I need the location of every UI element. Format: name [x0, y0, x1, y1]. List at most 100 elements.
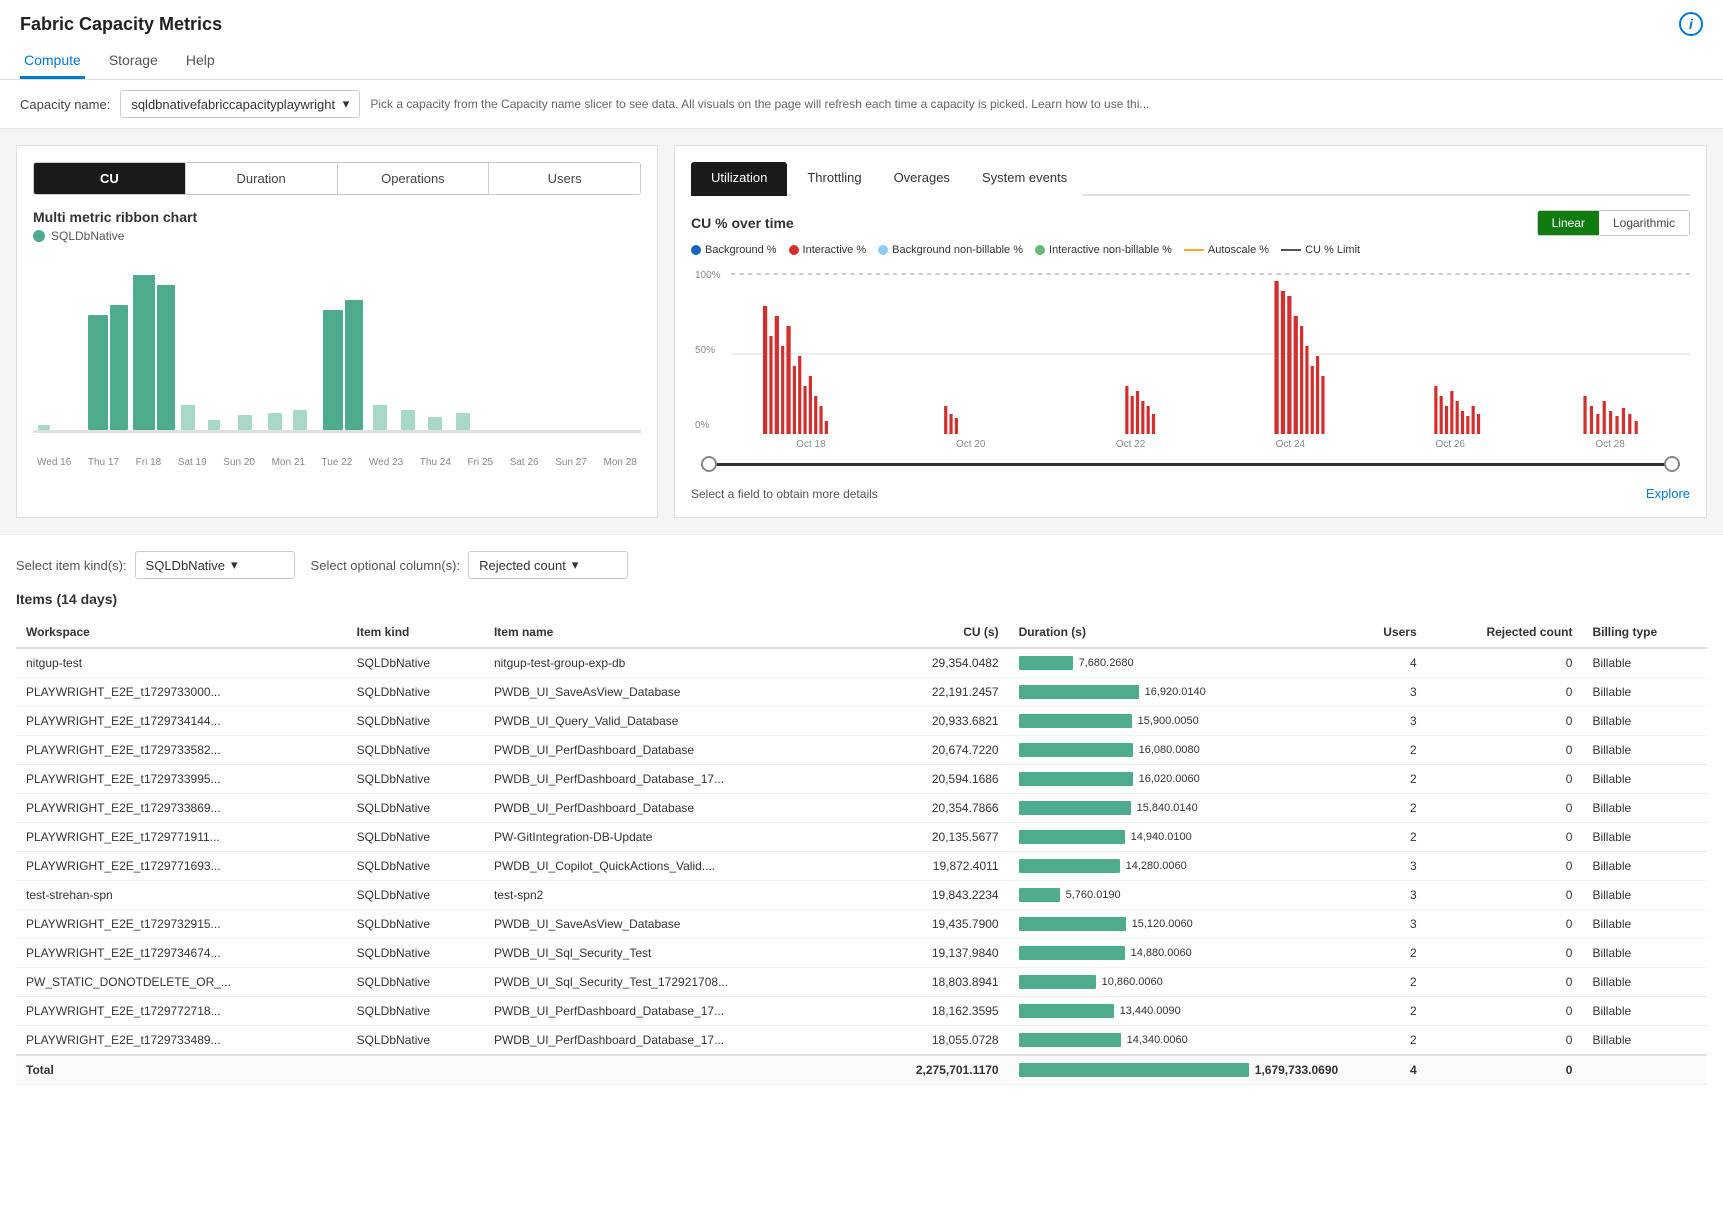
cell-item-kind: SQLDbNative	[347, 794, 484, 823]
cell-billing: Billable	[1582, 1026, 1707, 1056]
cell-cu: 29,354.0482	[858, 648, 1009, 678]
table-row[interactable]: PLAYWRIGHT_E2E_t1729733000... SQLDbNativ…	[16, 678, 1707, 707]
table-row[interactable]: PLAYWRIGHT_E2E_t1729734144... SQLDbNativ…	[16, 707, 1707, 736]
explore-link[interactable]: Explore	[1646, 486, 1690, 501]
table-row[interactable]: PLAYWRIGHT_E2E_t1729733995... SQLDbNativ…	[16, 765, 1707, 794]
legend-dot-bg-nonbillable	[878, 245, 888, 255]
cell-rejected: 0	[1427, 968, 1583, 997]
capacity-hint: Pick a capacity from the Capacity name s…	[370, 97, 1703, 111]
cell-duration: 16,080.0080	[1009, 736, 1349, 765]
table-row[interactable]: PLAYWRIGHT_E2E_t1729771911... SQLDbNativ…	[16, 823, 1707, 852]
table-row[interactable]: PLAYWRIGHT_E2E_t1729733582... SQLDbNativ…	[16, 736, 1707, 765]
cell-duration: 14,940.0100	[1009, 823, 1349, 852]
cell-workspace: PLAYWRIGHT_E2E_t1729733582...	[16, 736, 347, 765]
tab-duration[interactable]: Duration	[186, 163, 338, 194]
cell-item-kind: SQLDbNative	[347, 1026, 484, 1056]
tab-users[interactable]: Users	[489, 163, 640, 194]
cell-item-name: PWDB_UI_Query_Valid_Database	[484, 707, 858, 736]
legend-cu-limit: CU % Limit	[1281, 244, 1360, 256]
legend-autoscale: Autoscale %	[1184, 244, 1269, 256]
cell-cu: 20,933.6821	[858, 707, 1009, 736]
info-icon[interactable]: i	[1679, 12, 1703, 36]
table-row[interactable]: PLAYWRIGHT_E2E_t1729772718... SQLDbNativ…	[16, 997, 1707, 1026]
table-row[interactable]: nitgup-test SQLDbNative nitgup-test-grou…	[16, 648, 1707, 678]
col-cu[interactable]: CU (s)	[858, 617, 1009, 648]
cell-billing: Billable	[1582, 852, 1707, 881]
table-row[interactable]: PLAYWRIGHT_E2E_t1729732915... SQLDbNativ…	[16, 910, 1707, 939]
cell-billing: Billable	[1582, 823, 1707, 852]
capacity-label: Capacity name:	[20, 97, 110, 112]
cell-cu: 19,137.9840	[858, 939, 1009, 968]
col-item-kind[interactable]: Item kind	[347, 617, 484, 648]
cell-cu: 20,354.7866	[858, 794, 1009, 823]
legend-interactive: Interactive %	[789, 244, 867, 256]
cell-item-name: PWDB_UI_PerfDashboard_Database	[484, 794, 858, 823]
kind-filter-dropdown[interactable]: SQLDbNative ▾	[135, 551, 295, 579]
table-row[interactable]: PLAYWRIGHT_E2E_t1729734674... SQLDbNativ…	[16, 939, 1707, 968]
table-row[interactable]: test-strehan-spn SQLDbNative test-spn2 1…	[16, 881, 1707, 910]
ribbon-chart-x-axis: Wed 16 Thu 17 Fri 18 Sat 19 Sun 20 Mon 2…	[33, 457, 641, 468]
cell-item-kind: SQLDbNative	[347, 765, 484, 794]
tab-overages[interactable]: Overages	[878, 162, 966, 196]
column-filter-dropdown[interactable]: Rejected count ▾	[468, 551, 628, 579]
cell-item-name: test-spn2	[484, 881, 858, 910]
tab-throttling[interactable]: Throttling	[791, 162, 877, 196]
col-item-name[interactable]: Item name	[484, 617, 858, 648]
cell-item-name: PWDB_UI_PerfDashboard_Database_17...	[484, 765, 858, 794]
col-duration[interactable]: Duration (s)	[1009, 617, 1349, 648]
explore-hint: Select a field to obtain more details	[691, 487, 878, 501]
legend-label-sqldb: SQLDbNative	[51, 229, 124, 243]
cell-billing: Billable	[1582, 939, 1707, 968]
cell-workspace: PLAYWRIGHT_E2E_t1729733995...	[16, 765, 347, 794]
tab-cu[interactable]: CU	[34, 163, 186, 194]
items-table: Workspace Item kind Item name CU (s) Dur…	[16, 617, 1707, 1085]
range-slider-right[interactable]	[1664, 456, 1680, 472]
cell-users: 2	[1348, 794, 1426, 823]
cell-item-kind: SQLDbNative	[347, 939, 484, 968]
range-slider-left[interactable]	[701, 456, 717, 472]
col-billing[interactable]: Billing type	[1582, 617, 1707, 648]
nav-tab-storage[interactable]: Storage	[105, 44, 162, 79]
cell-cu: 19,843.2234	[858, 881, 1009, 910]
cell-item-name: PWDB_UI_Sql_Security_Test_172921708...	[484, 968, 858, 997]
tab-system-events[interactable]: System events	[966, 162, 1083, 196]
cell-item-name: PWDB_UI_Copilot_QuickActions_Valid....	[484, 852, 858, 881]
chevron-down-column-icon: ▾	[572, 557, 579, 573]
legend-dot-background	[691, 245, 701, 255]
cell-item-name: PWDB_UI_Sql_Security_Test	[484, 939, 858, 968]
app-title: Fabric Capacity Metrics	[20, 14, 222, 35]
cell-rejected: 0	[1427, 997, 1583, 1026]
cell-cu: 22,191.2457	[858, 678, 1009, 707]
cell-rejected: 0	[1427, 678, 1583, 707]
table-row[interactable]: PW_STATIC_DONOTDELETE_OR_... SQLDbNative…	[16, 968, 1707, 997]
cell-workspace: PLAYWRIGHT_E2E_t1729733869...	[16, 794, 347, 823]
nav-tab-help[interactable]: Help	[182, 44, 219, 79]
table-row[interactable]: PLAYWRIGHT_E2E_t1729771693... SQLDbNativ…	[16, 852, 1707, 881]
cell-cu: 18,162.3595	[858, 997, 1009, 1026]
table-row[interactable]: PLAYWRIGHT_E2E_t1729733869... SQLDbNativ…	[16, 794, 1707, 823]
scale-logarithmic-button[interactable]: Logarithmic	[1599, 211, 1689, 235]
cell-users: 2	[1348, 1026, 1426, 1056]
capacity-name-dropdown[interactable]: sqldbnativefabriccapacityplaywright ▾	[120, 90, 360, 118]
cell-workspace: PLAYWRIGHT_E2E_t1729734674...	[16, 939, 347, 968]
scale-linear-button[interactable]: Linear	[1538, 211, 1599, 235]
cell-duration: 7,680.2680	[1009, 648, 1349, 678]
cell-duration: 16,020.0060	[1009, 765, 1349, 794]
table-row[interactable]: PLAYWRIGHT_E2E_t1729733489... SQLDbNativ…	[16, 1026, 1707, 1056]
tab-operations[interactable]: Operations	[338, 163, 490, 194]
col-rejected[interactable]: Rejected count	[1427, 617, 1583, 648]
legend-line-autoscale	[1184, 249, 1204, 251]
cell-users: 4	[1348, 648, 1426, 678]
col-workspace[interactable]: Workspace	[16, 617, 347, 648]
nav-tab-compute[interactable]: Compute	[20, 44, 85, 79]
cell-cu: 19,435.7900	[858, 910, 1009, 939]
cell-users: 2	[1348, 997, 1426, 1026]
tab-utilization[interactable]: Utilization	[691, 162, 787, 196]
cell-duration: 14,280.0060	[1009, 852, 1349, 881]
footer-users: 4	[1348, 1055, 1426, 1085]
col-users[interactable]: Users	[1348, 617, 1426, 648]
cell-item-kind: SQLDbNative	[347, 910, 484, 939]
cell-item-kind: SQLDbNative	[347, 648, 484, 678]
cell-duration: 15,120.0060	[1009, 910, 1349, 939]
cell-workspace: PLAYWRIGHT_E2E_t1729732915...	[16, 910, 347, 939]
